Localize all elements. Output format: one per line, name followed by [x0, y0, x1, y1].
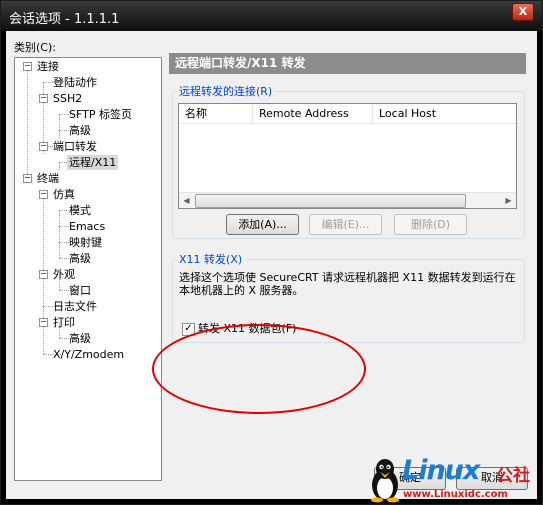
scrollbar-thumb[interactable] — [195, 194, 466, 208]
tree-item-xyzmodem[interactable]: X/Y/Zmodem — [51, 347, 126, 362]
delete-button[interactable]: 删除(D) — [394, 214, 467, 235]
tree-item-mapped-keys[interactable]: 映射键 — [67, 235, 104, 250]
expand-appearance-icon[interactable]: − — [39, 270, 48, 279]
dialog-window: 会话选项 - 1.1.1.1 X 类别(C): − − − − − − − 连接… — [0, 0, 543, 505]
panel-title: 远程端口转发/X11 转发 — [169, 53, 526, 74]
expand-port-forward-icon[interactable]: − — [39, 142, 48, 151]
column-local-host[interactable]: Local Host — [373, 104, 516, 123]
title-bar[interactable]: 会话选项 - 1.1.1.1 X — [1, 1, 542, 31]
tree-item-port-forwarding[interactable]: 端口转发 — [51, 139, 99, 154]
column-remote-address[interactable]: Remote Address — [253, 104, 373, 123]
category-label: 类别(C): — [14, 41, 56, 54]
x11-description: 选择这个选项使 SecureCRT 请求远程机器把 X11 数据转发到运行在本地… — [179, 271, 516, 297]
watermark-suffix: 公社 — [496, 466, 530, 486]
category-tree[interactable]: − − − − − − − 连接 登陆动作 SSH2 SFTP 标签页 高级 端… — [14, 57, 162, 481]
expand-ssh2-icon[interactable]: − — [39, 94, 48, 103]
tree-item-printing-advanced[interactable]: 高级 — [67, 331, 93, 346]
tree-item-appearance[interactable]: 外观 — [51, 267, 77, 282]
list-header: 名称 Remote Address Local Host — [179, 104, 516, 124]
tree-item-emulation-advanced[interactable]: 高级 — [67, 251, 93, 266]
expand-print-icon[interactable]: − — [39, 318, 48, 327]
expand-terminal-icon[interactable]: − — [23, 174, 32, 183]
tree-item-log-file[interactable]: 日志文件 — [51, 299, 99, 314]
x11-forward-group-title: X11 转发(X) — [177, 251, 245, 267]
close-button[interactable]: X — [512, 3, 534, 21]
expand-emulation-icon[interactable]: − — [39, 190, 48, 199]
scroll-right-icon[interactable]: ▶ — [501, 193, 516, 208]
tree-item-modes[interactable]: 模式 — [67, 203, 93, 218]
watermark-text: Linux — [402, 455, 480, 486]
add-button[interactable]: 添加(A)... — [226, 214, 299, 235]
tree-item-connection[interactable]: 连接 — [35, 59, 61, 74]
remote-forward-list[interactable]: 名称 Remote Address Local Host ◀ ▶ — [178, 103, 517, 209]
tree-item-printing[interactable]: 打印 — [51, 315, 77, 330]
tree-item-emacs[interactable]: Emacs — [67, 219, 107, 234]
watermark-logo: Linux 公社 www.Linuxidc.com — [368, 455, 543, 505]
tux-penguin-icon — [371, 459, 399, 503]
tree-item-emulation[interactable]: 仿真 — [51, 187, 77, 202]
edit-button[interactable]: 编辑(E)... — [309, 214, 382, 235]
tree-item-logon-actions[interactable]: 登陆动作 — [51, 75, 99, 90]
annotation-circle — [152, 324, 366, 414]
tree-item-window[interactable]: 窗口 — [67, 283, 93, 298]
expand-connection-icon[interactable]: − — [23, 62, 32, 71]
scroll-left-icon[interactable]: ◀ — [179, 193, 194, 208]
horizontal-scrollbar[interactable]: ◀ ▶ — [179, 192, 516, 208]
dialog-client: 类别(C): − − − − − − − 连接 登陆动作 SSH2 SFTP 标… — [6, 31, 537, 499]
column-name[interactable]: 名称 — [179, 104, 253, 123]
tree-item-ssh2[interactable]: SSH2 — [51, 91, 84, 106]
tree-item-terminal[interactable]: 终端 — [35, 171, 61, 186]
remote-forward-group-title: 远程转发的连接(R) — [177, 83, 275, 99]
tree-item-sftp-tab[interactable]: SFTP 标签页 — [67, 107, 134, 122]
tree-item-ssh2-advanced[interactable]: 高级 — [67, 123, 93, 138]
watermark-url: www.Linuxidc.com — [403, 489, 508, 500]
tree-item-remote-x11[interactable]: 远程/X11 — [67, 155, 119, 170]
window-title: 会话选项 - 1.1.1.1 — [9, 12, 120, 27]
